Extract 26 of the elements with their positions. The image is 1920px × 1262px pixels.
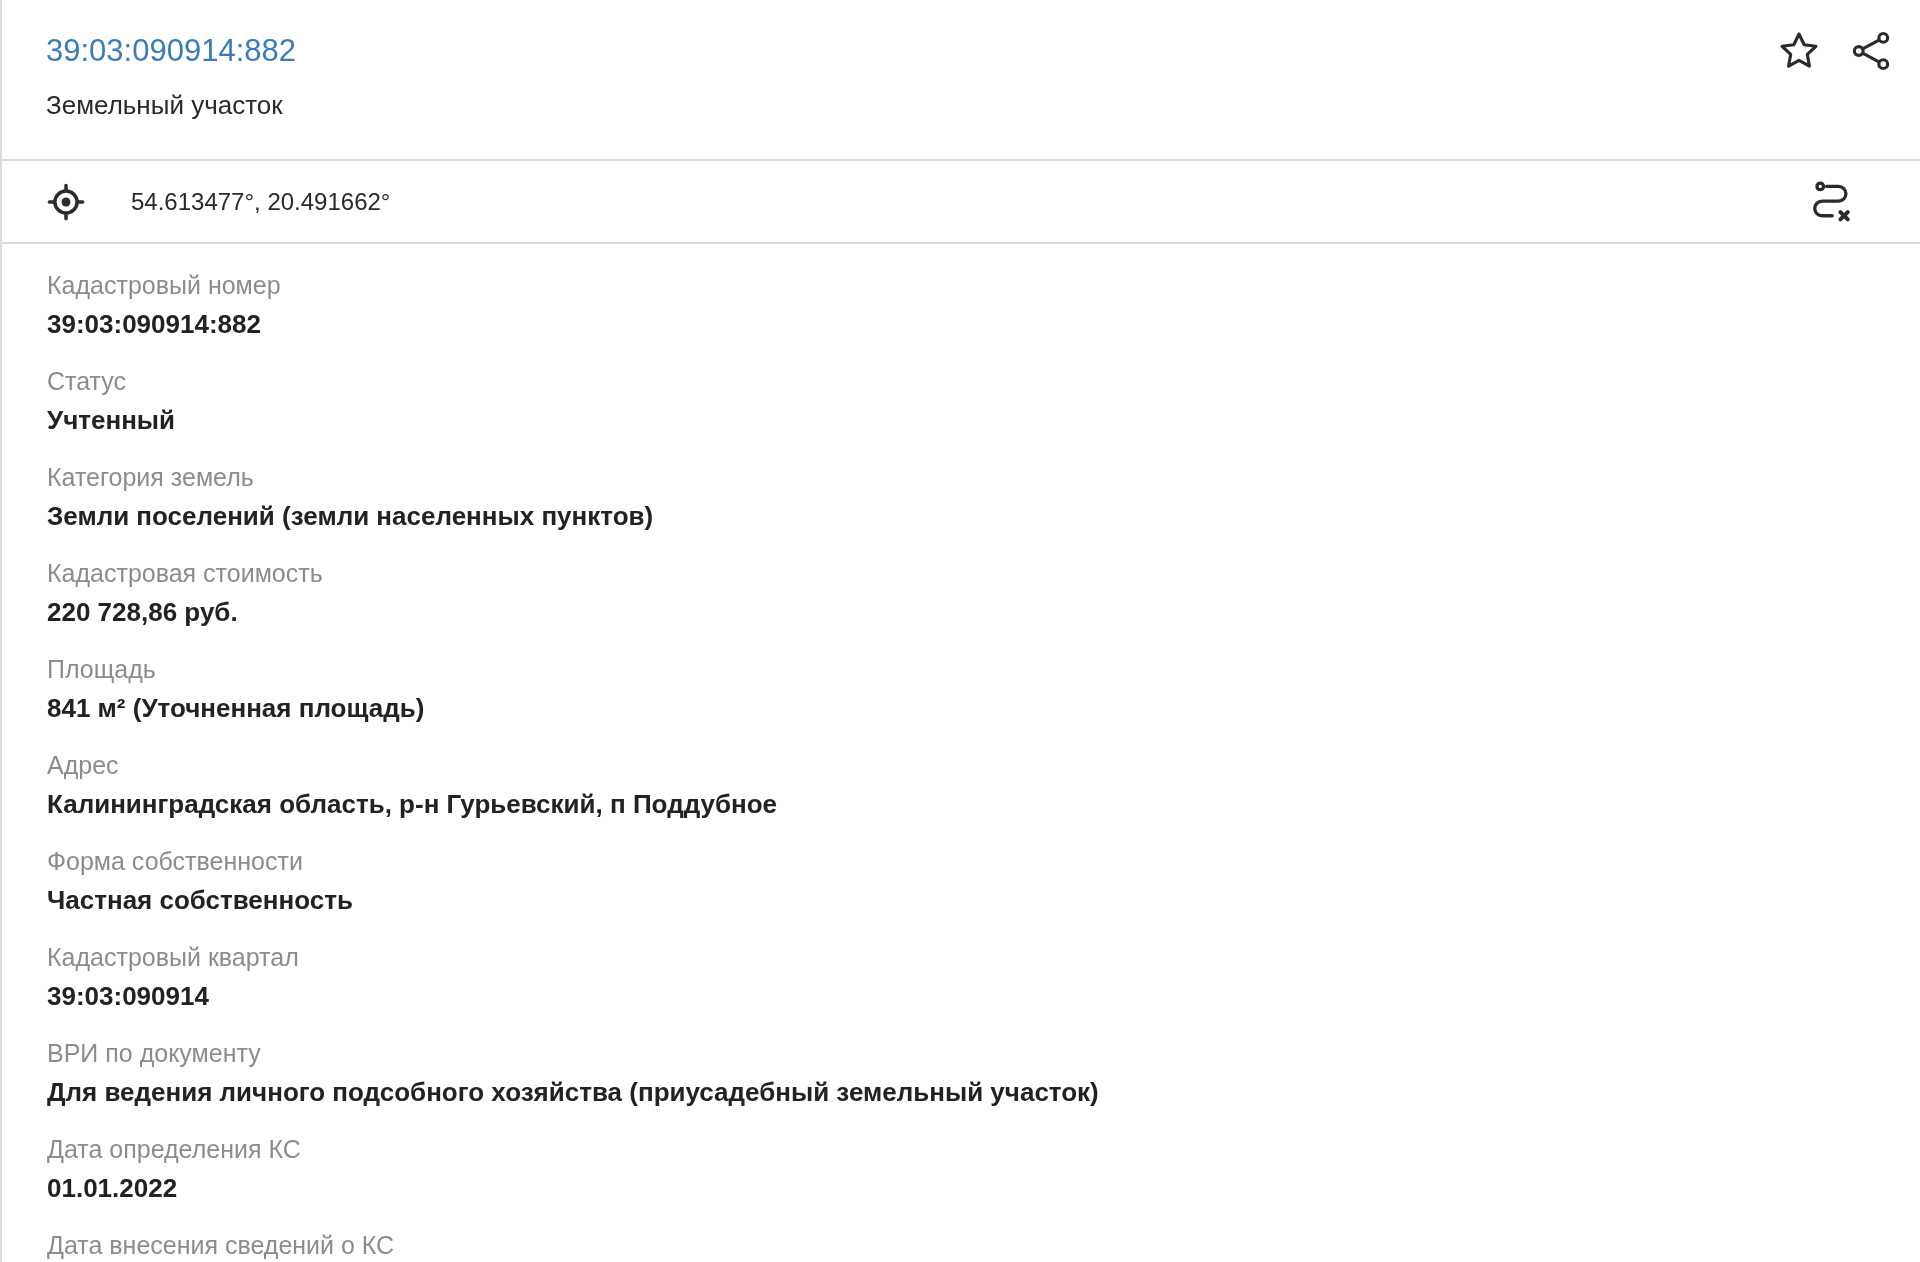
field-label: Дата определения КС	[47, 1134, 301, 1164]
field-value: Для ведения личного подсобного хозяйства (приусадебный земельный участок)	[47, 1076, 1099, 1109]
field-value: 39:03:090914:882	[47, 308, 261, 341]
field-value: 841 м² (Уточненная площадь)	[47, 692, 425, 725]
coordinates-text: 54.613477°, 20.491662°	[131, 186, 391, 217]
field-value: 39:03:090914	[47, 980, 209, 1013]
field-label: Площадь	[47, 654, 156, 684]
share-icon[interactable]	[1850, 30, 1892, 72]
cadastral-number-link[interactable]: 39:03:090914:882	[46, 31, 296, 71]
field-value: Земли поселений (земли населенных пунктов)	[47, 500, 654, 533]
field-value: Частная собственность	[47, 884, 353, 917]
location-target-icon[interactable]	[47, 182, 85, 221]
field-label: Кадастровый квартал	[47, 942, 299, 972]
field-label: Статус	[47, 366, 127, 396]
field-label: Дата внесения сведений о КС	[47, 1230, 395, 1260]
field-label: Форма собственности	[47, 846, 303, 876]
field-value: Учтенный	[47, 404, 176, 437]
field-label: Кадастровый номер	[47, 270, 281, 300]
field-value: 01.01.2022	[47, 1172, 178, 1205]
field-value: Калининградская область, р-н Гурьевский, п Поддубное	[47, 788, 778, 821]
field-label: Кадастровая стоимость	[47, 558, 323, 588]
field-label: ВРИ по документу	[47, 1038, 261, 1068]
field-label: Категория земель	[47, 462, 254, 492]
object-type-text: Земельный участок	[46, 89, 284, 122]
field-label: Адрес	[47, 750, 119, 780]
field-value: 220 728,86 руб.	[47, 596, 238, 629]
